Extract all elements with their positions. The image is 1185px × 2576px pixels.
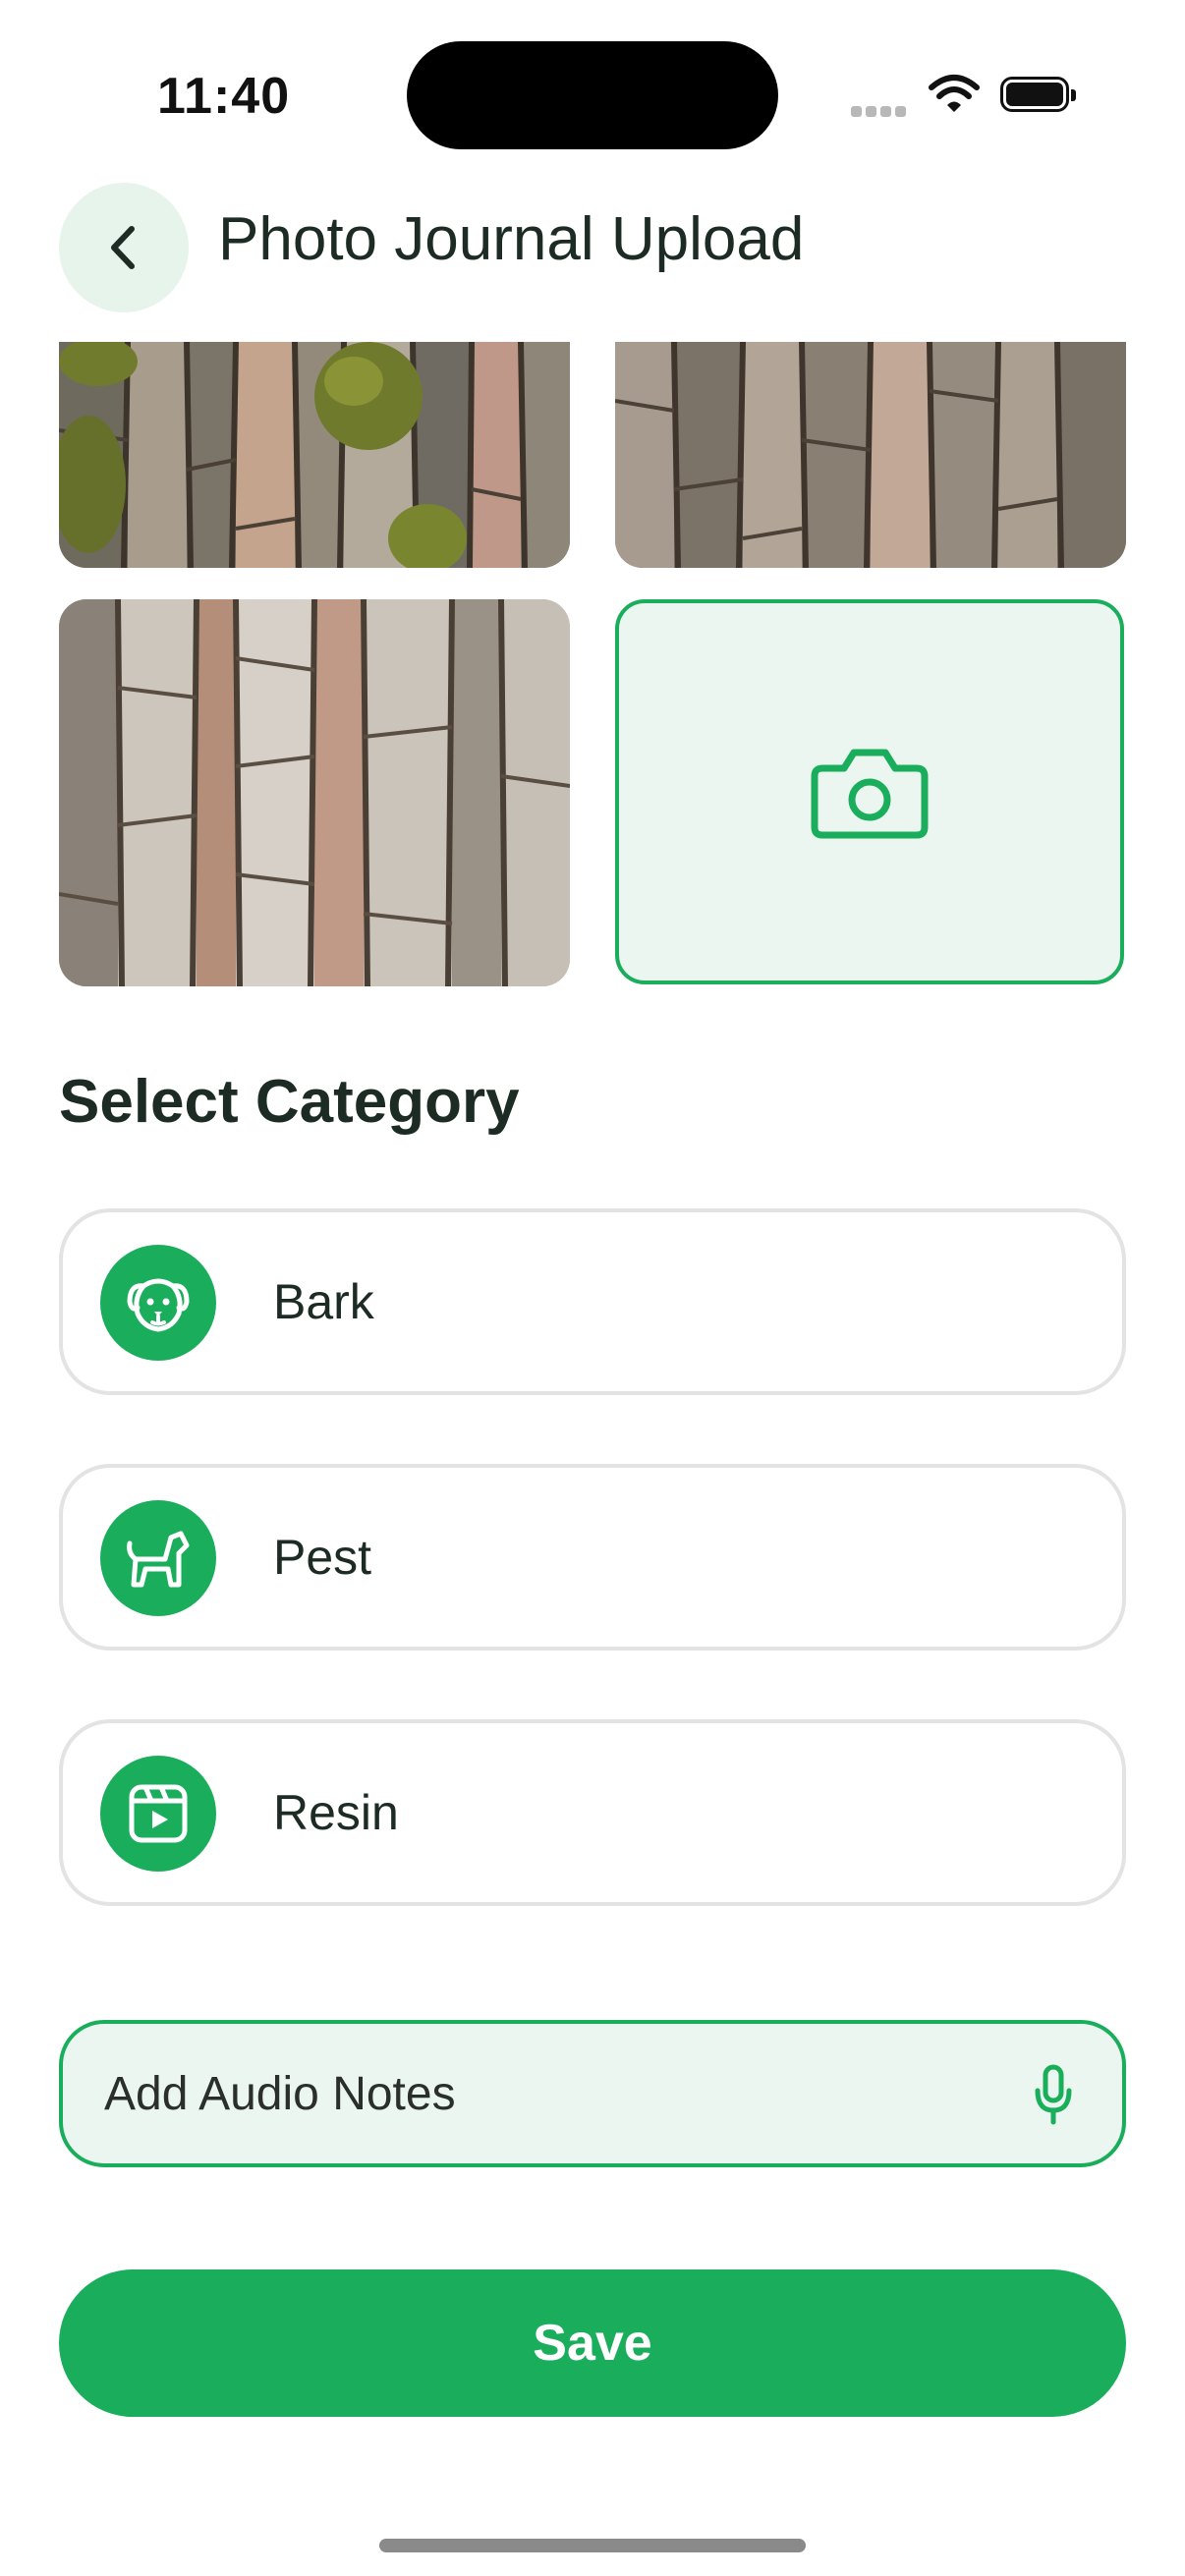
home-indicator: [379, 2539, 806, 2552]
microphone-icon[interactable]: [1032, 2063, 1075, 2126]
category-label: Bark: [273, 1274, 374, 1329]
wifi-icon: [929, 75, 980, 112]
dog-icon: [127, 1531, 190, 1588]
dog-face-icon: [127, 1278, 190, 1332]
section-title: Select Category: [59, 1068, 520, 1136]
bark-photo-pale[interactable]: [59, 599, 570, 986]
back-button[interactable]: [59, 183, 189, 312]
category-bark[interactable]: Bark: [59, 1208, 1126, 1395]
signal-icon: [851, 104, 910, 122]
audio-notes-field[interactable]: Add Audio Notes: [59, 2020, 1126, 2167]
bark-photo-mossy[interactable]: [59, 342, 570, 568]
dynamic-island: [407, 41, 778, 149]
page-title: Photo Journal Upload: [218, 205, 805, 273]
video-clip-icon: [129, 1784, 188, 1843]
chevron-left-icon: [111, 226, 135, 269]
category-pest[interactable]: Pest: [59, 1464, 1126, 1651]
bark-photo-gray[interactable]: [615, 342, 1126, 568]
camera-icon: [811, 749, 929, 839]
add-photo-button[interactable]: [615, 599, 1124, 984]
category-label: Pest: [273, 1530, 372, 1585]
battery-icon: [1000, 77, 1076, 112]
category-label: Resin: [273, 1785, 399, 1840]
save-button[interactable]: Save: [59, 2269, 1126, 2417]
category-resin[interactable]: Resin: [59, 1719, 1126, 1906]
status-time: 11:40: [157, 68, 291, 125]
audio-notes-placeholder: Add Audio Notes: [104, 2068, 456, 2120]
